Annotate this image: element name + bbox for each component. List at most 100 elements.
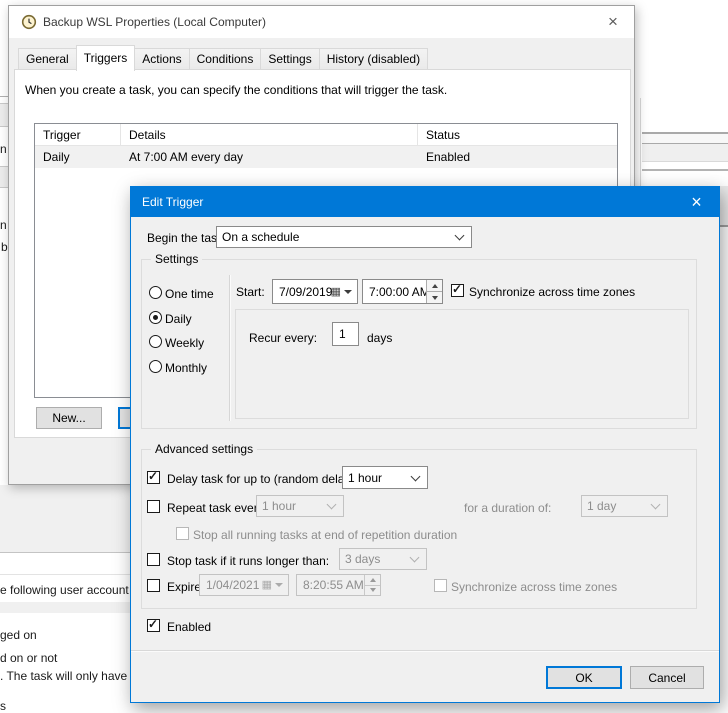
recur-every-label: Recur every: [249, 331, 317, 346]
chevron-down-icon [455, 231, 465, 241]
close-icon[interactable]: × [674, 187, 719, 217]
begin-task-dropdown[interactable]: On a schedule [216, 226, 472, 248]
ok-button-label: OK [575, 671, 592, 685]
screen: n n b e following user account ged on d … [0, 0, 728, 713]
ok-button[interactable]: OK [546, 666, 622, 689]
chevron-down-icon [410, 553, 420, 563]
spinner-down-icon [365, 586, 380, 596]
repeat-checkbox[interactable] [147, 500, 160, 513]
check-icon: ✓ [452, 282, 462, 296]
spinner-down-icon[interactable] [427, 292, 442, 303]
expire-time-value: 8:20:55 AM [303, 578, 364, 592]
stop-task-checkbox[interactable] [147, 553, 160, 566]
bg-text-fragment: e following user account [0, 583, 129, 597]
recur-every-value: 1 [339, 327, 346, 341]
radio-daily[interactable] [149, 311, 162, 324]
settings-group-label: Settings [151, 252, 202, 266]
bg-bottom-band [0, 602, 130, 613]
bg-bottom-line [0, 552, 130, 553]
properties-titlebar: Backup WSL Properties (Local Computer) × [9, 6, 634, 38]
tab-general[interactable]: General [18, 48, 77, 70]
begin-task-label: Begin the task: [147, 231, 226, 246]
expire-date-picker: 1/04/2021 ▦ [199, 574, 289, 596]
close-icon[interactable]: × [592, 6, 634, 37]
column-header-trigger[interactable]: Trigger [35, 124, 120, 146]
bg-text-fragment: . The task will only have [0, 669, 127, 683]
bg-text-fragment: d on or not [0, 651, 57, 665]
radio-monthly-label: Monthly [165, 361, 207, 376]
tab-history[interactable]: History (disabled) [319, 48, 428, 70]
recur-every-input[interactable]: 1 [332, 322, 359, 346]
expire-time-spinner: 8:20:55 AM [296, 574, 381, 596]
start-date-picker[interactable]: 7/09/2019 ▦ [272, 279, 358, 304]
delay-dropdown[interactable]: 1 hour [342, 466, 428, 489]
tab-conditions[interactable]: Conditions [189, 48, 262, 70]
table-header-row: Trigger Details Status [35, 124, 617, 146]
repeat-interval-value: 1 hour [262, 499, 296, 513]
bg-right-band [720, 186, 728, 225]
cell-details: At 7:00 AM every day [120, 146, 417, 168]
delay-value: 1 hour [348, 471, 382, 485]
daily-schedule-panel [235, 309, 689, 419]
calendar-icon: ▦ [262, 578, 272, 591]
tab-triggers[interactable]: Triggers [76, 45, 136, 71]
bg-right-line [720, 225, 728, 227]
radio-one-time[interactable] [149, 286, 162, 299]
stop-task-label: Stop task if it runs longer than: [167, 554, 329, 569]
window-title: Backup WSL Properties (Local Computer) [43, 15, 266, 29]
spinner-up-icon [365, 575, 380, 586]
edit-trigger-title: Edit Trigger [142, 195, 203, 209]
column-header-status[interactable]: Status [417, 124, 617, 146]
duration-label: for a duration of: [464, 501, 551, 516]
enabled-label: Enabled [167, 620, 211, 635]
new-button-label: New... [52, 411, 85, 425]
expire-sync-label: Synchronize across time zones [451, 580, 617, 595]
sync-timezones-checkbox[interactable]: ✓ [451, 284, 464, 297]
bg-right-band [642, 134, 728, 144]
duration-dropdown: 1 day [581, 495, 668, 517]
bg-left-line [0, 96, 8, 97]
begin-task-value: On a schedule [222, 230, 299, 244]
tab-actions[interactable]: Actions [134, 48, 189, 70]
stop-task-duration-value: 3 days [345, 552, 380, 566]
check-icon: ✓ [148, 469, 158, 483]
spinner [426, 280, 442, 303]
expire-date-value: 1/04/2021 [206, 578, 259, 592]
bg-left-band [0, 166, 8, 188]
start-time-value: 7:00:00 AM [369, 285, 430, 299]
bg-left-band [0, 103, 8, 127]
start-time-spinner[interactable]: 7:00:00 AM [362, 279, 443, 304]
spinner [364, 575, 380, 595]
bg-right-band [642, 144, 728, 162]
footer-divider [131, 650, 719, 652]
expire-checkbox[interactable] [147, 579, 160, 592]
new-button[interactable]: New... [36, 407, 102, 429]
stop-all-tasks-checkbox [176, 527, 189, 540]
cancel-button-label: Cancel [648, 671, 685, 685]
enabled-checkbox[interactable]: ✓ [147, 619, 160, 632]
bg-left-text-fragment: n [0, 142, 7, 156]
recur-unit-label: days [367, 331, 392, 346]
cancel-button[interactable]: Cancel [630, 666, 704, 689]
advanced-settings-group-label: Advanced settings [151, 442, 257, 456]
radio-monthly[interactable] [149, 360, 162, 373]
tab-settings[interactable]: Settings [260, 48, 319, 70]
delay-checkbox[interactable]: ✓ [147, 471, 160, 484]
bg-right-line [642, 169, 728, 171]
column-header-details[interactable]: Details [120, 124, 417, 146]
edit-trigger-titlebar: Edit Trigger × [131, 187, 719, 217]
spinner-up-icon[interactable] [427, 280, 442, 292]
radio-weekly[interactable] [149, 335, 162, 348]
cell-trigger: Daily [35, 146, 120, 168]
duration-value: 1 day [587, 499, 616, 513]
delay-label: Delay task for up to (random delay): [167, 472, 358, 487]
stop-all-tasks-label: Stop all running tasks at end of repetit… [193, 528, 457, 543]
table-row[interactable]: Daily At 7:00 AM every day Enabled [35, 146, 617, 168]
chevron-down-icon [651, 500, 661, 510]
bg-bottom-line [0, 574, 130, 575]
bg-text-fragment: s [0, 699, 6, 713]
bg-text-fragment: ged on [0, 628, 37, 642]
cell-status: Enabled [417, 146, 617, 168]
radio-daily-label: Daily [165, 312, 192, 327]
sync-timezones-label: Synchronize across time zones [469, 285, 635, 300]
